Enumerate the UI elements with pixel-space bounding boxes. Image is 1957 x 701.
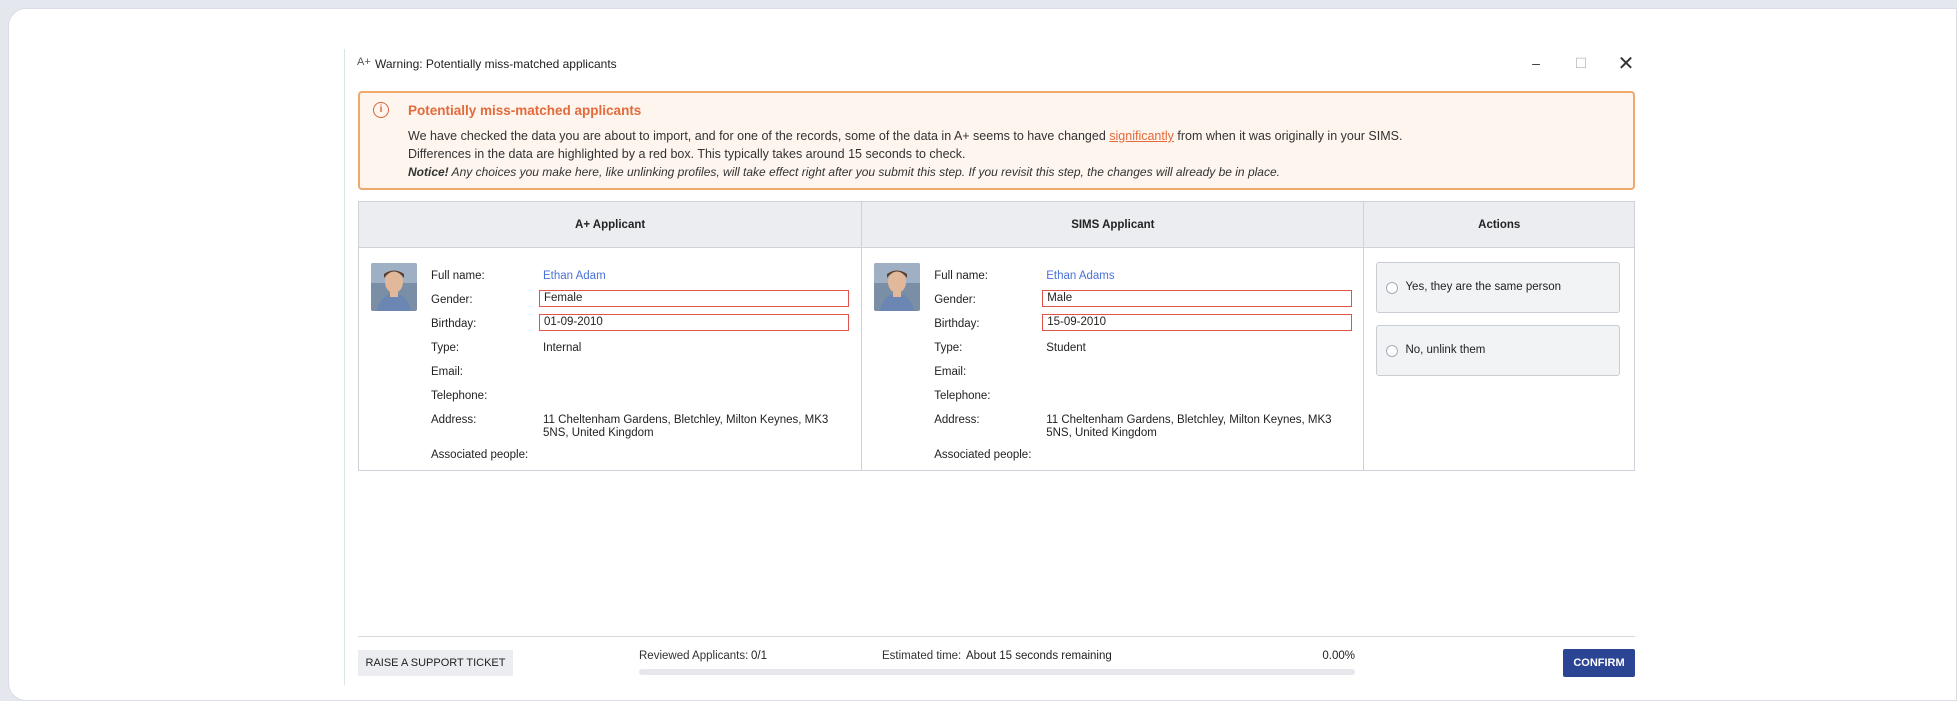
aplus-type: Internal [543,342,582,354]
field-label: Full name: [431,270,485,282]
aplus-full-name[interactable]: Ethan Adam [543,270,843,283]
same-person-label: Yes, they are the same person [1405,281,1561,293]
field-label: Telephone: [431,390,488,402]
banner-line-2: Differences in the data are highlighted … [408,147,966,161]
info-icon: i [373,102,389,118]
aplus-column: A+ Applicant Full name: Ethan Adam Gender… [359,202,863,471]
field-row: Telephone: [934,388,1358,412]
warning-dialog: A+ Warning: Potentially miss-matched app… [344,49,1635,685]
notice-label: Notice! [408,165,449,179]
field-row: Gender: Male [934,290,1358,316]
field-label: Birthday: [934,318,980,330]
raise-support-ticket-button[interactable]: RAISE A SUPPORT TICKET [358,650,513,676]
field-label: Address: [431,414,477,426]
confirm-button[interactable]: CONFIRM [1563,649,1635,677]
field-label: Telephone: [934,390,991,402]
field-row: Type: Student [934,340,1358,364]
radio-button[interactable] [1386,345,1399,357]
window-title: Warning: Potentially miss-matched applic… [375,57,617,71]
aplus-gender-diff: Female [539,290,849,307]
banner-text: from when it was originally in your SIMS… [1173,129,1403,143]
sims-column-header: SIMS Applicant [862,202,1364,248]
sims-address: 11 Cheltenham Gardens, Bletchley, Milton… [1046,414,1332,439]
banner-title: Potentially miss-matched applicants [408,103,642,118]
banner-notice: Notice! Any choices you make here, like … [408,165,1280,179]
reviewed-count: 0/1 [751,650,767,662]
field-row: Address: 11 Cheltenham Gardens, Bletchley… [431,412,855,447]
field-label: Type: [934,342,963,354]
banner-line-1: We have checked the data you are about t… [408,129,1402,143]
field-label: Email: [934,366,967,378]
close-icon[interactable]: ✕ [1612,51,1640,75]
aplus-fields: Full name: Ethan Adam Gender: Female Birth… [431,268,855,471]
sims-full-name[interactable]: Ethan Adams [1046,270,1346,283]
unlink-option[interactable]: No, unlink them [1376,325,1621,376]
same-person-option[interactable]: Yes, they are the same person [1376,262,1621,313]
progress-percent: 0.00% [1322,650,1355,662]
field-row: Email: [431,364,855,388]
app-logo-icon: A+ [357,56,371,68]
estimated-label: Estimated time: [882,650,962,662]
title-bar: A+ Warning: Potentially miss-matched app… [345,49,1635,77]
sims-birthday-diff: 15-09-2010 [1042,314,1353,331]
field-row: Gender: Female [431,290,855,316]
field-row: Birthday: 15-09-2010 [934,314,1358,340]
avatar [371,263,417,311]
actions-column-header: Actions [1364,202,1635,248]
avatar [874,263,921,311]
field-row: Associated people: [431,447,855,471]
field-label: Type: [431,342,460,354]
field-label: Associated people: [934,449,1032,461]
warning-banner: i Potentially miss-matched applicants We… [358,91,1635,190]
field-row: Address: 11 Cheltenham Gardens, Bletchley… [934,412,1358,447]
field-label: Full name: [934,270,988,282]
field-row: Full name: Ethan Adams [934,268,1358,292]
app-frame: A+ Warning: Potentially miss-matched app… [8,8,1957,701]
unlink-label: No, unlink them [1405,344,1486,356]
field-row: Associated people: [934,447,1358,471]
radio-button[interactable] [1386,282,1399,294]
minimize-icon[interactable]: – [1522,51,1550,75]
sims-gender-diff: Male [1042,290,1353,307]
sims-type: Student [1046,342,1086,354]
field-label: Birthday: [431,318,477,330]
significantly-link[interactable]: significantly [1109,129,1174,143]
aplus-address: 11 Cheltenham Gardens, Bletchley, Milton… [543,414,829,439]
sims-column: SIMS Applicant Full name: Ethan Adams Gen… [862,202,1365,471]
banner-text: We have checked the data you are about t… [408,129,1110,143]
notice-text: Any choices you make here, like unlinkin… [448,165,1280,179]
progress-bar [639,669,1355,675]
footer-divider [358,636,1635,637]
field-label: Gender: [431,294,473,306]
field-label: Email: [431,366,463,378]
field-row: Full name: Ethan Adam [431,268,855,292]
reviewed-label: Reviewed Applicants: [639,650,749,662]
comparison-table: A+ Applicant Full name: Ethan Adam Gender… [358,201,1635,471]
actions-column: Actions Yes, they are the same person No… [1364,202,1635,470]
aplus-birthday-diff: 01-09-2010 [539,314,849,331]
field-label: Associated people: [431,449,529,461]
estimated-time: About 15 seconds remaining [966,650,1112,662]
field-row: Telephone: [431,388,855,412]
field-row: Type: Internal [431,340,855,364]
field-row: Birthday: 01-09-2010 [431,314,855,340]
maximize-icon[interactable]: ☐ [1567,51,1595,75]
sims-fields: Full name: Ethan Adams Gender: Male Birthd… [934,268,1358,471]
field-label: Gender: [934,294,976,306]
aplus-column-header: A+ Applicant [359,202,862,248]
field-label: Address: [934,414,980,426]
field-row: Email: [934,364,1358,388]
